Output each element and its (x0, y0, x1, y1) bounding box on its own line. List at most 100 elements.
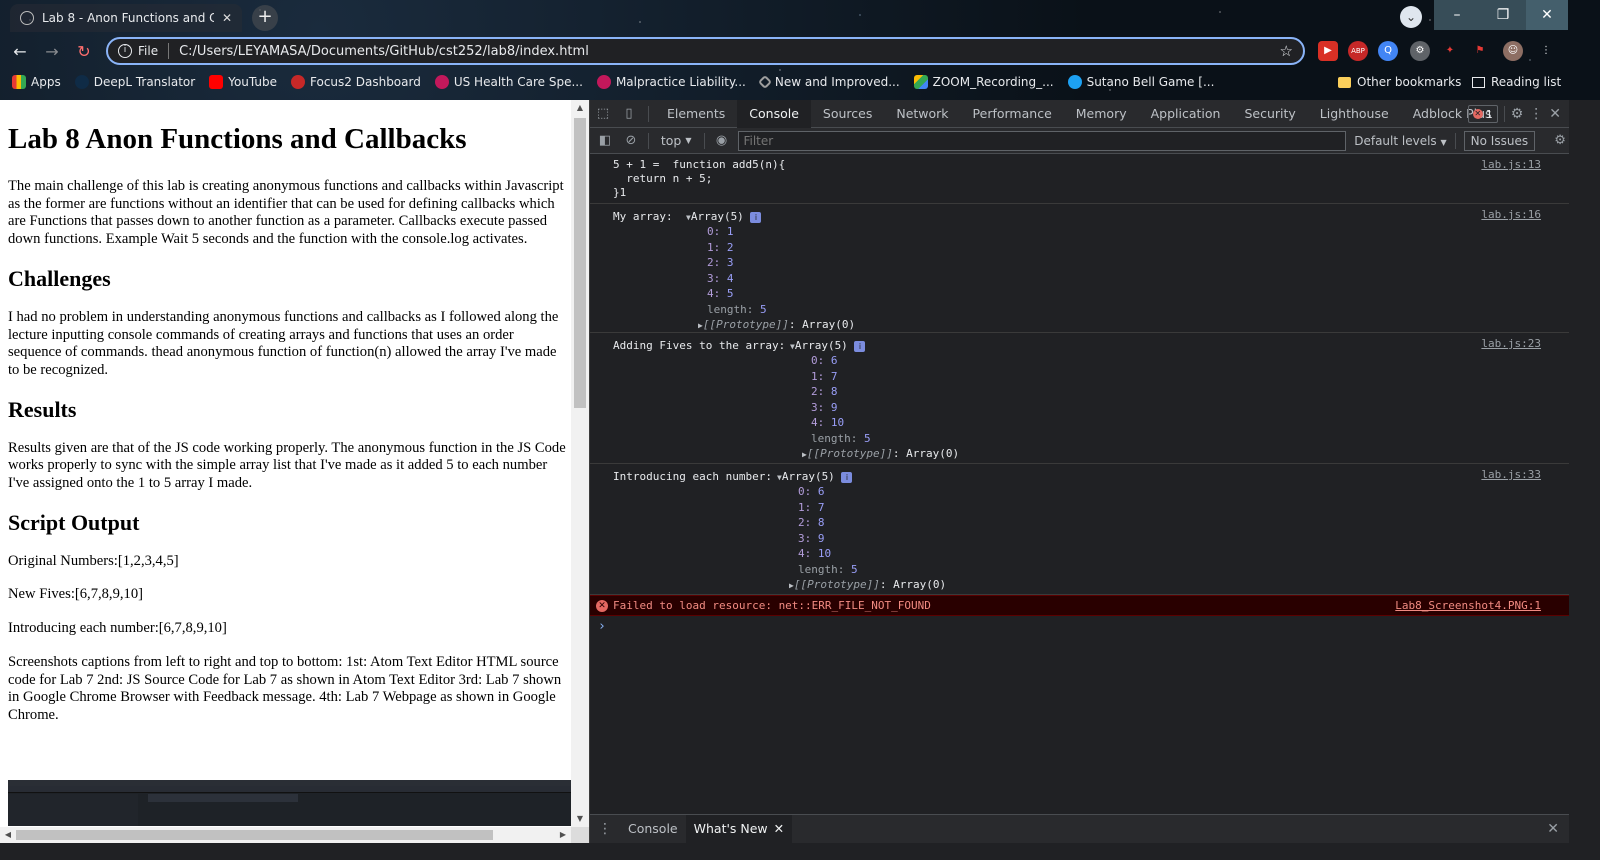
info-icon: i (841, 471, 853, 483)
page-horizontal-scrollbar[interactable]: ◀ ▶ (0, 827, 571, 843)
reload-icon[interactable]: ↻ (74, 42, 94, 61)
error-count: 1 (1485, 107, 1493, 121)
console-prompt-icon[interactable]: › (598, 619, 606, 634)
close-tab-icon[interactable]: ✕ (222, 11, 232, 25)
entry-value: 1 (726, 225, 734, 238)
close-drawer-icon[interactable]: ✕ (1547, 821, 1559, 837)
scroll-right-icon[interactable]: ▶ (555, 827, 571, 843)
context-label: top (660, 133, 682, 148)
console-message: My array: ▼Array(5) i 0: 1 1: 2 2: 3 3: … (590, 204, 1569, 333)
close-tab-icon[interactable]: ✕ (774, 815, 784, 843)
back-icon[interactable]: ← (10, 42, 30, 61)
scrollbar-thumb[interactable] (574, 118, 586, 408)
source-link[interactable]: lab.js:13 (1481, 158, 1541, 171)
screenshot-editor-tab (148, 794, 298, 802)
tab-sources[interactable]: Sources (811, 100, 884, 128)
extension-icon[interactable]: Q (1378, 41, 1398, 61)
browser-tab[interactable]: Lab 8 - Anon Functions and Call ✕ (10, 4, 242, 32)
context-selector[interactable]: top ▼ (657, 133, 696, 148)
bookmark-youtube[interactable]: YouTube (209, 75, 277, 89)
drawer-tab-console[interactable]: Console (620, 815, 686, 843)
array-length: length: 5 (798, 562, 858, 576)
array-entry: 4: 10 (811, 416, 845, 429)
new-tab-button[interactable]: + (252, 5, 278, 31)
reading-list[interactable]: Reading list (1472, 70, 1561, 94)
scroll-left-icon[interactable]: ◀ (0, 827, 16, 843)
bookmark-zoom[interactable]: ZOOM_Recording_... (913, 75, 1054, 89)
error-count-badge[interactable]: ✕ 1 (1467, 105, 1498, 123)
array-summary: Array(5) (781, 470, 835, 483)
close-window-button[interactable]: ✕ (1526, 0, 1568, 30)
scroll-up-icon[interactable]: ▲ (571, 100, 589, 116)
page-vertical-scrollbar[interactable]: ▲ ▼ (571, 100, 589, 827)
console-output: 5 + 1 = function add5(n){ return n + 5; … (590, 154, 1569, 814)
drawer-menu-icon[interactable]: ⋮ (590, 821, 620, 837)
prototype-entry[interactable]: ▶[[Prototype]]: Array(0) (802, 446, 959, 463)
tab-search-icon[interactable]: ⌄ (1400, 6, 1422, 28)
error-icon: ✕ (596, 600, 608, 612)
clear-console-icon[interactable]: ⊘ (622, 133, 640, 148)
error-source-link[interactable]: Lab8_Screenshot4.PNG:1 (1395, 599, 1541, 612)
tab-console[interactable]: Console (737, 99, 811, 128)
minimize-button[interactable]: – (1434, 0, 1480, 30)
scrollbar-thumb[interactable] (16, 830, 493, 840)
entry-value: 5 (726, 287, 734, 300)
log-levels-dropdown[interactable]: Default levels ▼ (1354, 134, 1446, 148)
info-icon[interactable]: i (118, 44, 132, 58)
console-message: 5 + 1 = function add5(n){ return n + 5; … (590, 154, 1569, 204)
menu-icon[interactable]: ⋮ (1536, 41, 1556, 61)
tab-memory[interactable]: Memory (1064, 100, 1139, 128)
bookmark-apps[interactable]: Apps (12, 75, 61, 89)
address-bar[interactable]: i File C:/Users/LEYAMASA/Documents/GitHu… (106, 37, 1305, 65)
length-value: 5 (851, 562, 858, 576)
prototype-value: Array(0) (802, 318, 856, 331)
adblock-icon[interactable]: ABP (1348, 41, 1368, 61)
console-filter-input[interactable] (738, 130, 1347, 151)
url-text[interactable]: C:/Users/LEYAMASA/Documents/GitHub/cst25… (179, 44, 1279, 59)
avatar[interactable]: ☺ (1503, 41, 1523, 61)
puzzle-icon[interactable]: ✦ (1440, 41, 1460, 61)
bookmark-label: Sutano Bell Game [... (1086, 75, 1215, 89)
tab-security[interactable]: Security (1232, 100, 1307, 128)
close-devtools-icon[interactable]: ✕ (1549, 106, 1561, 122)
bookmark-sutano[interactable]: Sutano Bell Game [... (1067, 75, 1215, 89)
bookmark-deepl[interactable]: DeepL Translator (74, 75, 195, 89)
more-options-icon[interactable]: ⋮ (1529, 106, 1543, 122)
length-key: length (798, 562, 838, 576)
bookmark-star-icon[interactable]: ☆ (1280, 42, 1293, 60)
bookmark-focus2[interactable]: Focus2 Dashboard (291, 75, 421, 89)
console-settings-icon[interactable]: ⚙ (1551, 133, 1569, 148)
settings-gear-icon[interactable]: ⚙ (1511, 106, 1524, 122)
drawer-tab-whats-new[interactable]: What's New ✕ (685, 815, 793, 843)
array-entry: 3: 9 (798, 531, 825, 545)
tab-lighthouse[interactable]: Lighthouse (1308, 100, 1401, 128)
gear-icon[interactable]: ⚙ (1410, 41, 1430, 61)
restore-button[interactable]: ❐ (1480, 0, 1526, 30)
source-link[interactable]: lab.js:16 (1481, 208, 1541, 221)
new-fives: New Fives:[6,7,8,9,10] (8, 586, 143, 603)
live-expression-eye-icon[interactable]: ◉ (713, 133, 731, 148)
prototype-entry[interactable]: ▶[[Prototype]]: Array(0) (698, 317, 855, 334)
device-toolbar-icon[interactable]: ▯ (616, 100, 642, 128)
tab-network[interactable]: Network (884, 100, 960, 128)
extension-icon[interactable]: ▶ (1318, 41, 1338, 61)
sidebar-toggle-icon[interactable]: ◧ (596, 133, 614, 148)
bookmark-health[interactable]: US Health Care Spe... (434, 75, 583, 89)
bookmark-malpractice[interactable]: Malpractice Liability... (596, 75, 746, 89)
entry-value: 6 (817, 485, 825, 498)
inspect-element-icon[interactable]: ⬚ (590, 100, 616, 128)
array-entry: 3: 9 (811, 400, 838, 414)
source-link[interactable]: lab.js:23 (1481, 337, 1541, 350)
bookmark-label: New and Improved... (774, 75, 900, 89)
issues-button[interactable]: No Issues (1463, 130, 1536, 151)
other-bookmarks[interactable]: Other bookmarks (1338, 70, 1461, 94)
scroll-down-icon[interactable]: ▼ (571, 811, 589, 827)
source-link[interactable]: lab.js:33 (1481, 468, 1541, 481)
prototype-entry[interactable]: ▶[[Prototype]]: Array(0) (789, 577, 946, 594)
tab-performance[interactable]: Performance (961, 100, 1064, 128)
extension-icon[interactable]: ⚑ (1470, 41, 1490, 61)
forward-icon[interactable]: → (42, 42, 62, 61)
tab-elements[interactable]: Elements (655, 100, 737, 128)
tab-application[interactable]: Application (1139, 100, 1233, 128)
bookmark-new-improved[interactable]: New and Improved... (757, 74, 900, 90)
